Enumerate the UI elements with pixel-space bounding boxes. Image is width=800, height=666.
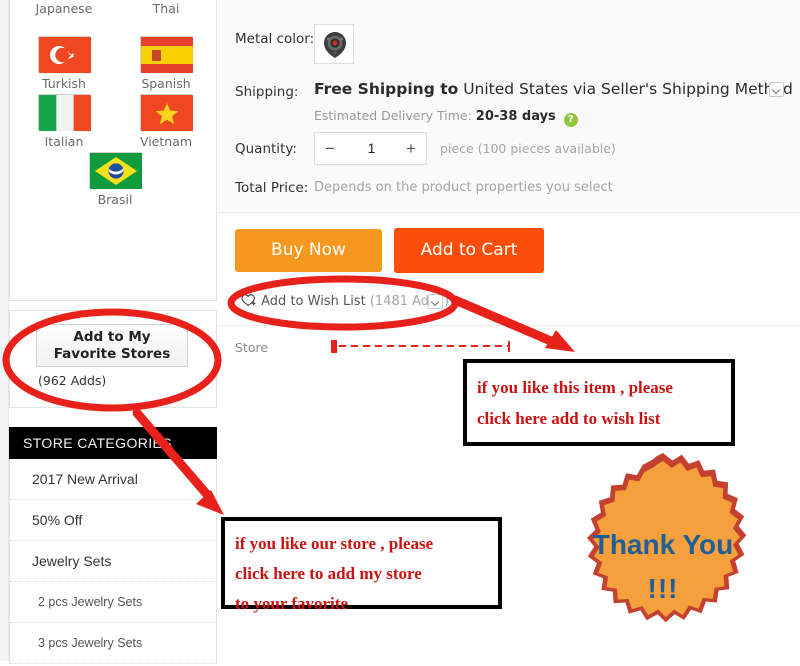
category-label: 3 pcs Jewelry Sets	[38, 636, 143, 650]
language-item-vietnam[interactable]: Vietnam	[116, 94, 216, 151]
italy-flag-icon	[38, 94, 91, 131]
store-row-label: Store	[235, 340, 269, 355]
pendant-thumbnail-icon	[324, 32, 346, 58]
add-to-wish-list[interactable]: Add to Wish List (1481 Adds)	[241, 293, 449, 309]
quantity-label: Quantity:	[235, 141, 297, 157]
quantity-availability-note: piece (100 pieces available)	[440, 141, 616, 156]
language-label: Turkish	[42, 76, 86, 91]
language-label: Spanish	[141, 76, 191, 91]
favorite-button-line1: Add to My	[73, 328, 151, 345]
shipping-free-text: Free Shipping to	[314, 80, 459, 98]
quantity-increment-button[interactable]: +	[396, 133, 426, 164]
category-item-jewelry-sets[interactable]: Jewelry Sets	[10, 541, 216, 582]
shipping-label: Shipping:	[235, 84, 299, 100]
language-item-spanish[interactable]: Spanish	[116, 36, 216, 93]
total-price-value: Depends on the product properties you se…	[314, 180, 613, 195]
product-detail-panel: Metal color: Shipping: Free Shipping to …	[218, 0, 800, 661]
sidebar-left-edge	[0, 0, 9, 661]
favorite-store-count: (962 Adds)	[38, 373, 107, 388]
category-label: 50% Off	[32, 512, 83, 528]
favorite-store-panel: Add to My Favorite Stores (962 Adds)	[9, 310, 217, 408]
spain-flag-icon	[140, 36, 193, 73]
favorite-button-line2: Favorite Stores	[53, 345, 171, 362]
store-categories-header: STORE CATEGORIES	[9, 427, 217, 459]
language-label: Japanese	[35, 1, 93, 16]
language-item-thai[interactable]: Thai	[116, 0, 216, 18]
metal-color-label: Metal color:	[235, 31, 315, 47]
wish-list-label: Add to Wish List	[261, 294, 366, 309]
store-categories-list: 2017 New Arrival 50% Off Jewelry Sets 2 …	[9, 459, 217, 664]
language-flags-panel: Japanese Thai Turkish Spanish Italian Vi…	[9, 0, 217, 301]
store-categories-title: STORE CATEGORIES	[23, 435, 173, 451]
eta-value: 20-38 days	[475, 109, 556, 124]
language-label: Vietnam	[139, 134, 193, 149]
add-to-favorite-stores-button[interactable]: Add to My Favorite Stores	[36, 324, 188, 367]
page-root: Japanese Thai Turkish Spanish Italian Vi…	[0, 0, 800, 664]
language-item-italian[interactable]: Italian	[14, 94, 114, 151]
category-item-2017-new-arrival[interactable]: 2017 New Arrival	[10, 459, 216, 500]
language-label: Brasil	[97, 192, 133, 207]
category-item-50-off[interactable]: 50% Off	[10, 500, 216, 541]
store-section-divider	[218, 325, 800, 326]
add-to-cart-label: Add to Cart	[420, 240, 518, 260]
wish-list-chevron-down-icon[interactable]	[428, 294, 443, 309]
language-item-brasil[interactable]: Brasil	[65, 152, 165, 209]
quantity-decrement-button[interactable]: −	[315, 133, 345, 164]
vietnam-flag-icon	[140, 94, 193, 131]
add-to-cart-button[interactable]: Add to Cart	[394, 228, 544, 273]
shipping-chevron-down-icon[interactable]	[769, 82, 784, 97]
category-label: 2 pcs Jewelry Sets	[38, 595, 143, 609]
help-icon[interactable]: ?	[563, 113, 578, 127]
left-sidebar: Japanese Thai Turkish Spanish Italian Vi…	[0, 0, 218, 664]
buy-now-label: Buy Now	[271, 240, 346, 260]
language-label: Thai	[152, 1, 180, 16]
estimated-delivery: Estimated Delivery Time: 20-38 days ?	[314, 108, 578, 127]
shipping-value[interactable]: Free Shipping to United States via Selle…	[314, 80, 793, 98]
category-item-2-pcs-jewelry-sets[interactable]: 2 pcs Jewelry Sets	[10, 582, 216, 623]
heart-plus-icon	[241, 294, 256, 307]
quantity-stepper[interactable]: − 1 +	[314, 132, 427, 165]
language-label: Italian	[44, 134, 84, 149]
shipping-destination-text: United States via Seller's Shipping Meth…	[463, 80, 793, 98]
brazil-flag-icon	[89, 152, 142, 189]
quantity-input[interactable]: 1	[345, 133, 398, 164]
total-price-label: Total Price:	[235, 180, 309, 196]
eta-label: Estimated Delivery Time:	[314, 108, 472, 123]
language-item-japanese[interactable]: Japanese	[14, 0, 114, 18]
turkey-flag-icon	[38, 36, 91, 73]
category-item-3-pcs-jewelry-sets[interactable]: 3 pcs Jewelry Sets	[10, 623, 216, 664]
buy-now-button[interactable]: Buy Now	[235, 229, 382, 272]
category-label: 2017 New Arrival	[32, 471, 138, 487]
metal-color-swatch[interactable]	[314, 24, 354, 64]
category-label: Jewelry Sets	[32, 553, 112, 569]
language-item-turkish[interactable]: Turkish	[14, 36, 114, 93]
